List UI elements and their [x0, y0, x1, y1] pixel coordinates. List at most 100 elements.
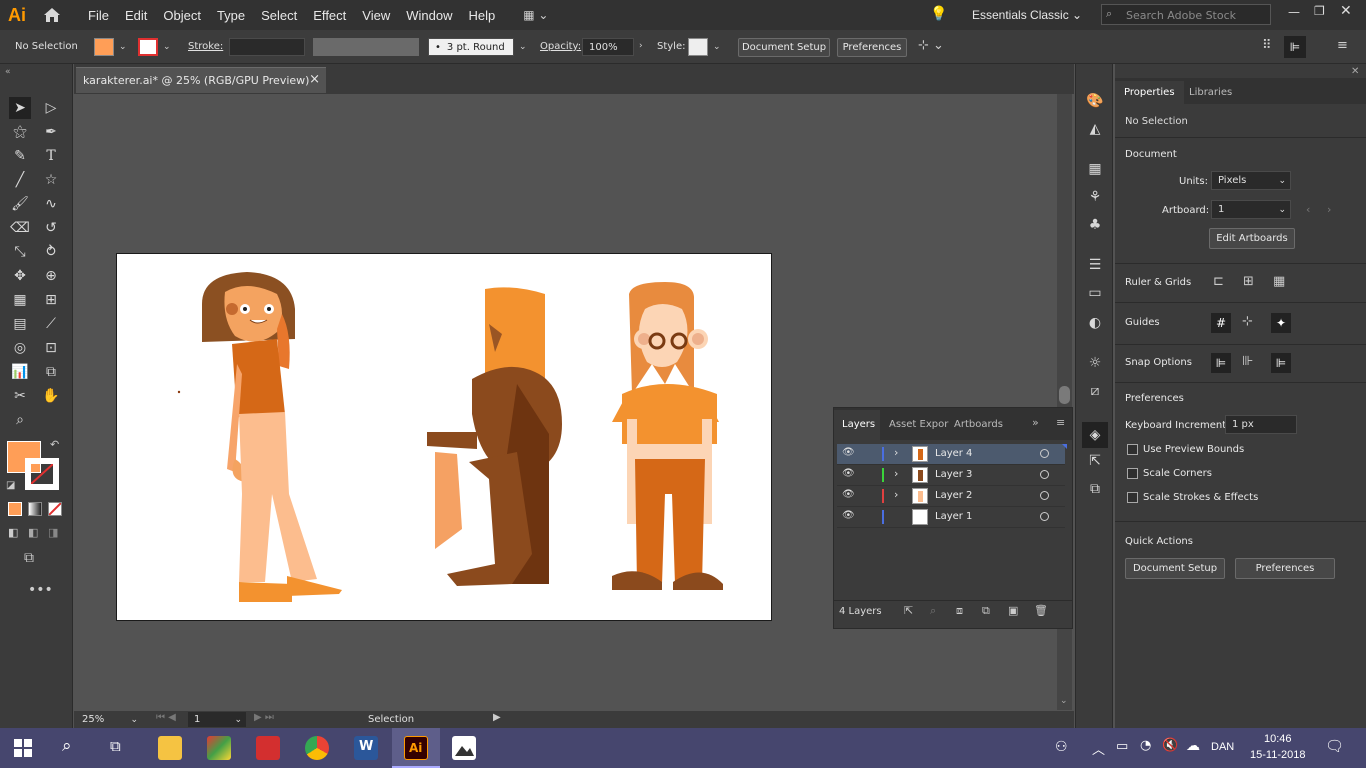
visibility-eye-icon[interactable]: 👁 — [842, 489, 855, 500]
menu-edit[interactable]: Edit — [117, 8, 155, 23]
expand-layer-icon[interactable]: › — [894, 446, 898, 459]
none-mode-icon[interactable] — [48, 502, 62, 516]
next-artboard-icon[interactable]: ▶ ⏭ — [254, 712, 274, 723]
clipping-mask-icon[interactable]: ⧈ — [956, 604, 963, 618]
scale-corners-checkbox[interactable] — [1127, 468, 1138, 479]
clock-time[interactable]: 10:46 — [1264, 733, 1292, 745]
variable-width-field[interactable] — [313, 38, 419, 56]
puppet-warp-tool-icon[interactable]: ✥ — [9, 265, 31, 287]
battery-icon[interactable]: ▭ — [1116, 739, 1128, 754]
symbol-sprayer-tool-icon[interactable]: ⊡ — [40, 337, 62, 359]
artboard-number-field[interactable]: 1 ⌄ — [188, 712, 246, 727]
menu-window[interactable]: Window — [398, 8, 460, 23]
brush-dropdown-icon[interactable]: ⌄ — [519, 42, 527, 52]
swap-colors-icon[interactable]: ↶ — [50, 438, 59, 451]
draw-normal-icon[interactable]: ◧ — [8, 526, 18, 539]
star-tool-icon[interactable]: ☆ — [40, 169, 62, 191]
eraser-tool-icon[interactable]: ⌫ — [9, 217, 31, 239]
clock-date[interactable]: 15-11-2018 — [1250, 749, 1305, 761]
align-options-icon[interactable]: ⠿ — [1262, 38, 1272, 53]
selection-tool-icon[interactable]: ➤ — [9, 97, 31, 119]
notifications-icon[interactable]: 🗨 — [1325, 737, 1344, 755]
properties-menu-icon[interactable]: ✕ — [1351, 66, 1359, 77]
rotate-tool-icon[interactable]: ↺ — [40, 217, 62, 239]
windows-start-icon[interactable] — [14, 739, 32, 757]
target-icon[interactable] — [1040, 491, 1049, 500]
color-mode-icon[interactable] — [8, 502, 22, 516]
edit-toolbar-icon[interactable]: ••• — [28, 582, 53, 598]
menu-type[interactable]: Type — [209, 8, 253, 23]
menu-object[interactable]: Object — [155, 8, 209, 23]
draw-inside-icon[interactable]: ◨ — [48, 526, 58, 539]
layer-row-4[interactable]: 👁 › Layer 4 — [837, 444, 1067, 465]
home-icon[interactable] — [34, 0, 70, 30]
locate-object-icon[interactable]: ⌕ — [930, 604, 936, 618]
menu-view[interactable]: View — [354, 8, 398, 23]
menu-select[interactable]: Select — [253, 8, 305, 23]
artboard[interactable] — [116, 253, 772, 621]
direct-selection-tool-icon[interactable]: ▷ — [40, 97, 62, 119]
opacity-arrow-icon[interactable]: › — [639, 41, 643, 51]
slice-tool-icon[interactable]: ✂ — [9, 385, 31, 407]
magic-wand-tool-icon[interactable]: ⚝ — [9, 121, 31, 143]
pen-tool-icon[interactable]: ✒ — [40, 121, 62, 143]
artboards-panel-icon[interactable]: ⧉ — [1086, 480, 1104, 498]
hand-tool-icon[interactable]: ✋ — [40, 385, 62, 407]
menu-file[interactable]: File — [80, 8, 117, 23]
brush-definition[interactable]: • 3 pt. Round — [428, 38, 514, 56]
keyboard-increment-field[interactable]: 1 px — [1225, 415, 1297, 434]
style-swatch[interactable] — [688, 38, 708, 56]
scale-strokes-checkbox[interactable] — [1127, 492, 1138, 503]
file-explorer-icon[interactable] — [158, 736, 182, 760]
draw-behind-icon[interactable]: ◧ — [28, 526, 38, 539]
fill-swatch[interactable] — [94, 38, 114, 56]
target-icon[interactable] — [1040, 449, 1049, 458]
mesh-tool-icon[interactable]: ⊞ — [40, 289, 62, 311]
use-preview-bounds-checkbox[interactable] — [1127, 444, 1138, 455]
first-artboard-icon[interactable]: ⏮ ◀ — [156, 712, 176, 723]
people-icon[interactable]: ⚇ — [1055, 739, 1068, 755]
blend-tool-icon[interactable]: ◎ — [9, 337, 31, 359]
stroke-weight-field[interactable] — [229, 38, 305, 56]
menu-effect[interactable]: Effect — [305, 8, 354, 23]
visibility-eye-icon[interactable]: 👁 — [842, 510, 855, 521]
style-dropdown-icon[interactable]: ⌄ — [713, 42, 721, 52]
stroke-dropdown-icon[interactable]: ⌄ — [163, 42, 171, 52]
next-artboard-panel-icon[interactable]: › — [1327, 203, 1331, 216]
expand-layer-icon[interactable]: › — [894, 488, 898, 501]
quick-preferences-button[interactable]: Preferences — [1235, 558, 1335, 579]
menu-list-icon[interactable]: ≡ — [1337, 38, 1348, 53]
visibility-eye-icon[interactable]: 👁 — [842, 447, 855, 458]
document-setup-button[interactable]: Document Setup — [738, 38, 830, 57]
graph-tool-icon[interactable]: 📊 — [9, 361, 31, 383]
layers-panel-icon[interactable]: ◈ — [1082, 422, 1108, 448]
menu-help[interactable]: Help — [460, 8, 503, 23]
panel-menu-icon[interactable]: ≡ — [1056, 416, 1065, 429]
workspace-switcher[interactable]: Essentials Classic ⌄ — [972, 8, 1082, 22]
visibility-eye-icon[interactable]: 👁 — [842, 468, 855, 479]
edit-artboards-button[interactable]: Edit Artboards — [1209, 228, 1295, 249]
close-tab-icon[interactable]: × — [309, 72, 320, 87]
show-guides-icon[interactable]: # — [1211, 313, 1231, 333]
gradient-mode-icon[interactable] — [28, 502, 42, 516]
close-window-button[interactable]: ✕ — [1340, 3, 1352, 19]
graphic-styles-icon[interactable]: ⧄ — [1086, 382, 1104, 400]
search-stock-field[interactable]: ⌕ Search Adobe Stock — [1101, 4, 1271, 25]
asset-export-icon[interactable]: ⇱ — [1086, 452, 1104, 470]
color-palette-icon[interactable]: 🎨 — [1086, 92, 1104, 110]
brushes-icon[interactable]: ⚘ — [1086, 188, 1104, 206]
wifi-icon[interactable]: ◔ — [1140, 738, 1151, 753]
snap-icon[interactable]: ⊫ — [1284, 36, 1306, 58]
layer-row-3[interactable]: 👁 › Layer 3 — [837, 465, 1065, 486]
chrome-icon[interactable] — [305, 736, 329, 760]
opacity-field[interactable]: 100% — [582, 38, 634, 56]
arrange-documents-icon[interactable]: ▦ ⌄ — [523, 5, 557, 25]
transparency-grid-icon[interactable]: ▦ — [1273, 274, 1285, 289]
snap-pixel-icon[interactable]: ⊪ — [1242, 354, 1253, 369]
onedrive-icon[interactable]: ☁ — [1186, 738, 1200, 754]
swatches-icon[interactable]: ▦ — [1086, 160, 1104, 178]
zoom-field[interactable]: 25% ⌄ — [76, 712, 142, 727]
fill-dropdown-icon[interactable]: ⌄ — [119, 42, 127, 52]
reader-app-icon[interactable] — [256, 736, 280, 760]
search-taskbar-icon[interactable]: ⌕ — [62, 736, 72, 756]
